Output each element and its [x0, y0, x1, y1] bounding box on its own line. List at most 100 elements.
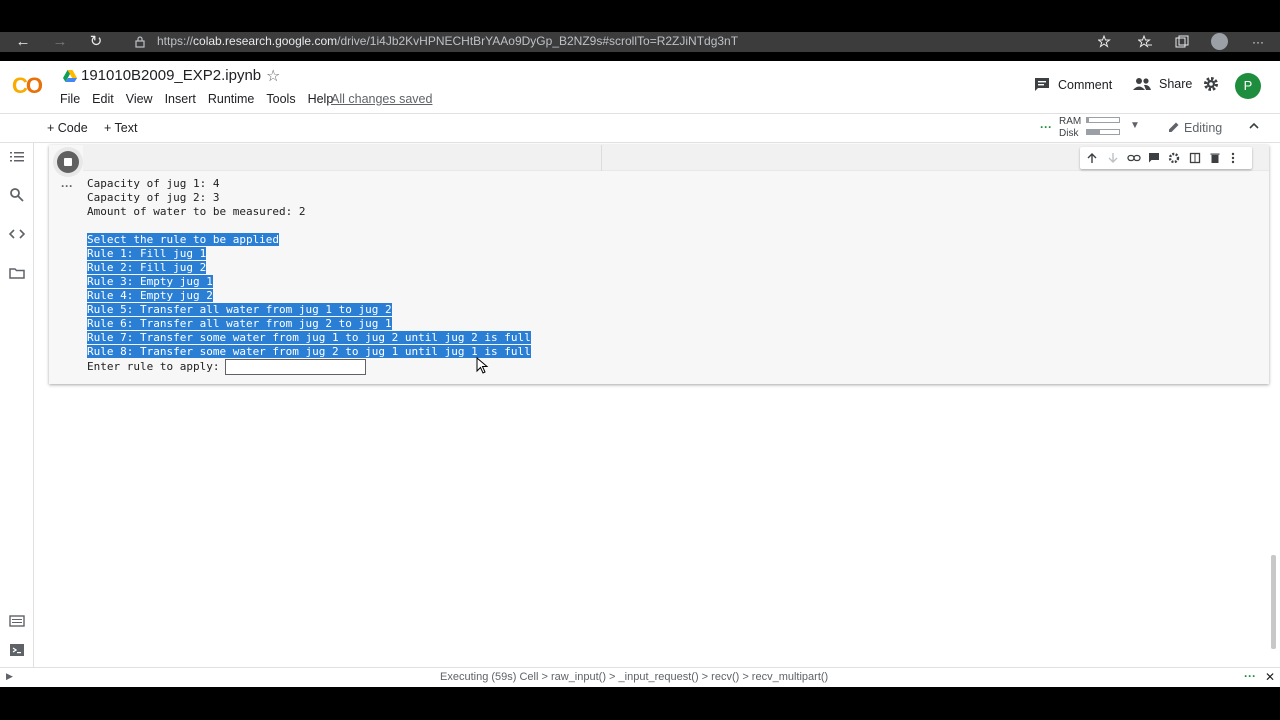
ram-meter	[1086, 117, 1120, 123]
gear-icon[interactable]	[1203, 76, 1219, 92]
share-label: Share	[1159, 77, 1193, 91]
url-host: colab.research.google.com	[193, 34, 338, 48]
output-line: Capacity of jug 1: 4	[87, 177, 220, 190]
terminal-icon[interactable]	[8, 641, 26, 659]
link-icon[interactable]	[1127, 152, 1143, 164]
menu-insert[interactable]: Insert	[165, 92, 196, 106]
menu-tools[interactable]: Tools	[266, 92, 295, 106]
chevron-up-icon[interactable]	[1248, 120, 1260, 132]
left-sidebar	[0, 143, 34, 669]
output-line-selected: Rule 1: Fill jug 1	[87, 247, 207, 260]
menu-file[interactable]: File	[60, 92, 80, 106]
output-line-selected: Rule 6: Transfer all water from jug 2 to…	[87, 317, 392, 330]
menu-edit[interactable]: Edit	[92, 92, 114, 106]
google-drive-icon[interactable]	[63, 69, 77, 83]
add-code-button[interactable]: + Code	[47, 121, 88, 135]
stdin-row: Enter rule to apply:	[87, 359, 531, 375]
editor-ruler	[601, 145, 602, 171]
logo-c: C	[12, 73, 28, 98]
search-icon[interactable]	[8, 186, 26, 204]
back-icon[interactable]: ←	[13, 32, 33, 52]
output-line: Amount of water to be measured: 2	[87, 205, 306, 218]
notebook-title[interactable]: 191010B2009_EXP2.ipynb	[81, 67, 261, 84]
runtime-connected-icon: ···	[1040, 120, 1052, 134]
output-line-selected: Select the rule to be applied	[87, 233, 280, 246]
resource-labels[interactable]: RAM Disk	[1059, 116, 1081, 140]
colab-app: CO 191010B2009_EXP2.ipynb ☆ File Edit Vi…	[0, 61, 1280, 687]
comment-icon	[1035, 78, 1049, 91]
stop-execution-button[interactable]	[57, 151, 79, 173]
menu-runtime[interactable]: Runtime	[208, 92, 255, 106]
folder-icon[interactable]	[8, 264, 26, 282]
favorites-icon[interactable]	[1138, 35, 1152, 49]
status-expand-icon[interactable]: ▶	[6, 671, 13, 682]
comment-button[interactable]: Comment	[1034, 77, 1112, 92]
editing-mode-button[interactable]: Editing	[1168, 121, 1222, 135]
input-prompt: Enter rule to apply:	[87, 360, 220, 373]
reload-icon[interactable]: ↻	[86, 32, 106, 52]
output-actions-icon[interactable]: ···	[61, 179, 73, 193]
menu-help[interactable]: Help	[308, 92, 334, 106]
output-line-selected: Rule 3: Empty jug 1	[87, 275, 213, 288]
output-line: Capacity of jug 2: 3	[87, 191, 220, 204]
more-icon[interactable]: ···	[1248, 32, 1268, 52]
logo-o: O	[25, 73, 43, 98]
comment-icon[interactable]	[1148, 152, 1164, 164]
notebook-toolbar: + Code + Text ··· RAM Disk ▼ Editing	[0, 113, 1280, 143]
profile-icon[interactable]	[1211, 33, 1228, 50]
save-status[interactable]: All changes saved	[331, 92, 432, 106]
menu-view[interactable]: View	[126, 92, 153, 106]
arrow-down-icon[interactable]	[1107, 152, 1123, 164]
disk-meter-fill	[1087, 130, 1100, 134]
output-line-selected: Rule 2: Fill jug 2	[87, 261, 207, 274]
collections-icon[interactable]	[1175, 35, 1189, 49]
browser-bar: ← → ↻ https://colab.research.google.com/…	[0, 32, 1280, 52]
avatar[interactable]: P	[1235, 73, 1261, 99]
output-line-selected: Rule 5: Transfer all water from jug 1 to…	[87, 303, 392, 316]
forward-icon[interactable]: →	[50, 32, 70, 52]
url-text: https://colab.research.google.com/drive/…	[157, 34, 738, 48]
arrow-up-icon[interactable]	[1086, 152, 1102, 164]
cell-output: Capacity of jug 1: 4 Capacity of jug 2: …	[87, 177, 531, 375]
ram-label: RAM	[1059, 116, 1082, 127]
output-line-selected: Rule 7: Transfer some water from jug 1 t…	[87, 331, 531, 344]
cell-toolbar	[1080, 147, 1252, 169]
ram-meter-fill	[1087, 118, 1089, 122]
code-snippets-icon[interactable]	[8, 225, 26, 243]
disk-meter	[1086, 129, 1120, 135]
gear-icon[interactable]	[1168, 152, 1184, 164]
mirror-cell-icon[interactable]	[1189, 152, 1205, 164]
add-text-button[interactable]: + Text	[104, 121, 137, 135]
add-favorite-icon[interactable]	[1098, 35, 1112, 49]
editing-label: Editing	[1184, 121, 1223, 135]
command-palette-icon[interactable]	[8, 612, 26, 630]
table-of-contents-icon[interactable]	[8, 148, 26, 166]
execution-status: Executing (59s) Cell > raw_input() > _in…	[440, 671, 829, 683]
header: CO 191010B2009_EXP2.ipynb ☆ File Edit Vi…	[0, 61, 1280, 113]
lock-icon	[135, 36, 145, 48]
pencil-icon	[1169, 122, 1179, 132]
output-line-selected: Rule 8: Transfer some water from jug 2 t…	[87, 345, 531, 358]
close-icon[interactable]: ✕	[1265, 670, 1275, 684]
output-line-selected: Rule 4: Empty jug 2	[87, 289, 213, 302]
scrollbar[interactable]	[1271, 555, 1276, 649]
address-bar[interactable]: https://colab.research.google.com/drive/…	[126, 32, 1246, 52]
chevron-down-icon[interactable]: ▼	[1130, 120, 1140, 131]
star-icon[interactable]: ☆	[266, 66, 280, 86]
url-path: /drive/1i4Jb2KvHPNECHtBrYAAo9DyGp_B2NZ9s…	[337, 34, 739, 48]
colab-logo[interactable]: CO	[12, 73, 43, 99]
status-bar: ▶ Executing (59s) Cell > raw_input() > _…	[0, 667, 1280, 687]
code-cell[interactable]: ··· Capacity of jug 1: 4 Capacity of jug…	[49, 145, 1269, 384]
status-indicator-icon: ···	[1244, 669, 1256, 683]
comment-label: Comment	[1058, 77, 1113, 92]
more-vert-icon[interactable]	[1230, 152, 1246, 164]
rule-input[interactable]	[225, 359, 367, 375]
share-people-icon	[1133, 78, 1151, 90]
share-button[interactable]: Share	[1133, 77, 1192, 91]
menu-bar: File Edit View Insert Runtime Tools Help	[60, 92, 345, 106]
disk-label: Disk	[1059, 128, 1079, 139]
url-scheme: https://	[157, 34, 194, 48]
trash-icon[interactable]	[1209, 152, 1225, 164]
mouse-cursor-icon	[476, 357, 489, 374]
